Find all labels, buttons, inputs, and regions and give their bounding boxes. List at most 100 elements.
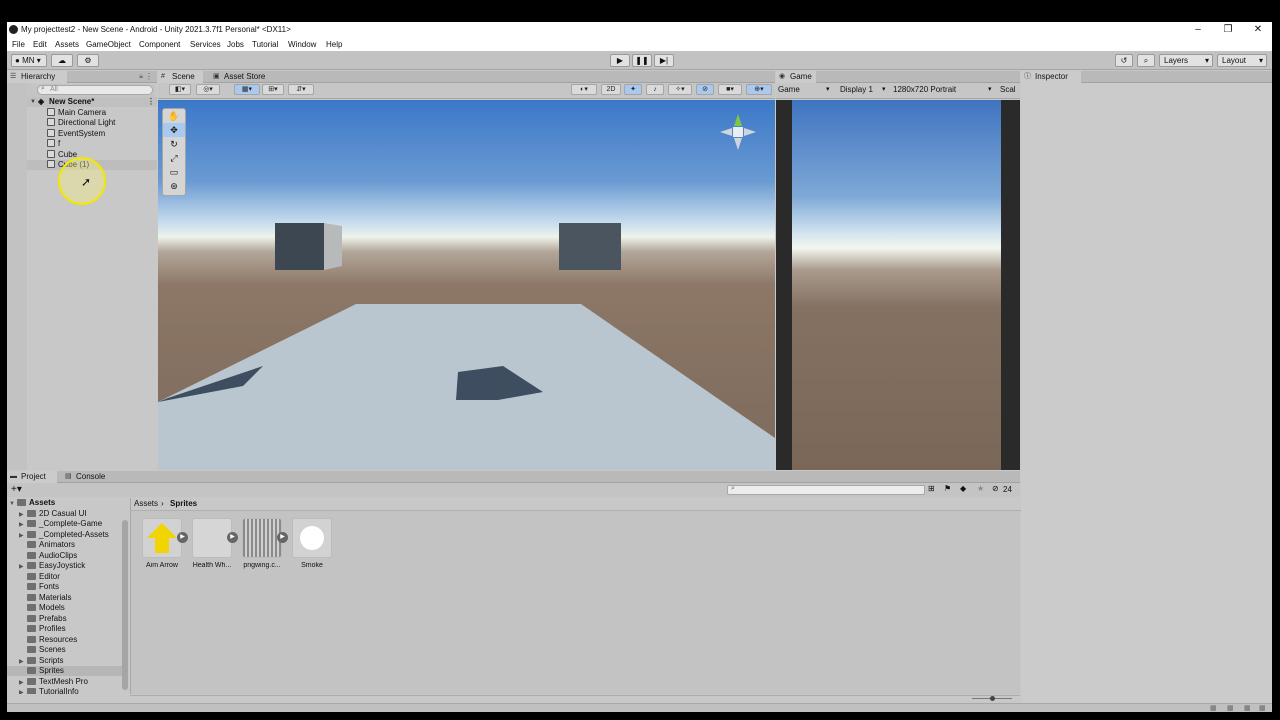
render-mode-button[interactable]: ◎▾ [196, 84, 220, 95]
folder-tutorialinfo[interactable]: ▶ TutorialInfo [7, 687, 127, 694]
play-button[interactable]: ▶ [610, 54, 630, 67]
lighting-status-icon[interactable]: ▦ [1210, 704, 1217, 712]
hand-tool-icon[interactable]: ✋ [163, 109, 185, 123]
tab-project[interactable]: ▬ Project [7, 471, 57, 483]
history-button[interactable]: ↺ [1115, 54, 1133, 67]
folder-completed-assets[interactable]: ▶ _Completed-Assets [7, 530, 127, 540]
minimize-icon[interactable]: – [1185, 23, 1211, 37]
layout-dropdown[interactable]: Layout ▾ [1217, 54, 1267, 67]
resolution-dropdown[interactable]: 1280x720 Portrait [893, 85, 956, 94]
menu-assets[interactable]: Assets [55, 40, 79, 49]
tab-game[interactable]: ◉ Game [776, 71, 816, 83]
collab-button[interactable]: ⚙ [77, 54, 99, 67]
tab-asset-store[interactable]: ▣ Asset Store [210, 71, 280, 83]
rect-tool-icon[interactable]: ▭ [163, 165, 185, 179]
hidden-objects-toggle[interactable]: ⊘ [696, 84, 714, 95]
asset-aim-arrow[interactable] [142, 518, 182, 558]
folder-complete-game[interactable]: ▶ _Complete-Game [7, 519, 127, 529]
folder-profiles[interactable]: Profiles [7, 624, 127, 634]
folder-resources[interactable]: Resources [7, 635, 127, 645]
asset-pngwing[interactable] [242, 518, 282, 558]
menu-services[interactable]: Services [190, 40, 221, 49]
favorite-icon[interactable]: ★ [977, 484, 984, 493]
menu-gameobject[interactable]: GameObject [86, 40, 131, 49]
gizmos-button[interactable]: ⊕▾ [746, 84, 772, 95]
scene-gizmo-icon[interactable] [716, 110, 760, 154]
folder-scenes[interactable]: Scenes [7, 645, 127, 655]
menu-tutorial[interactable]: Tutorial [252, 40, 278, 49]
project-search-input[interactable]: ⌕ [727, 485, 925, 495]
tab-hierarchy[interactable]: ☰ Hierarchy [7, 71, 67, 83]
game-render[interactable] [792, 100, 1001, 470]
folder-fonts[interactable]: Fonts [7, 582, 127, 592]
menu-jobs[interactable]: Jobs [227, 40, 244, 49]
restore-icon[interactable]: ❐ [1215, 23, 1241, 37]
menu-window[interactable]: Window [288, 40, 316, 49]
display-dropdown[interactable]: Display 1 [840, 85, 873, 94]
hierarchy-item[interactable]: f [47, 139, 60, 149]
folder-audioclips[interactable]: AudioClips [7, 551, 127, 561]
folder-animators[interactable]: Animators [7, 540, 127, 550]
folder-assets[interactable]: ▼ Assets [9, 498, 55, 508]
account-button[interactable]: ● MN ▾ [11, 54, 47, 67]
slider-thumb[interactable] [990, 696, 995, 701]
cache-status-icon[interactable]: ▦ [1227, 704, 1234, 712]
folder-editor[interactable]: Editor [7, 572, 127, 582]
toggle-2d-button[interactable]: 2D [601, 84, 621, 95]
menu-file[interactable]: File [12, 40, 25, 49]
collab-status-icon[interactable]: ▦ [1244, 704, 1251, 712]
move-tool-icon[interactable]: ✥ [163, 123, 185, 137]
step-button[interactable]: ▶| [654, 54, 674, 67]
effects-toggle[interactable]: ✧▾ [668, 84, 692, 95]
tag-icon[interactable]: ◆ [960, 484, 966, 493]
folder-sprites[interactable]: Sprites [7, 666, 127, 676]
game-mode-label[interactable]: Game [778, 85, 800, 94]
hierarchy-item[interactable]: EventSystem [47, 129, 105, 139]
menu-component[interactable]: Component [139, 40, 180, 49]
camera-button[interactable]: ■▾ [718, 84, 742, 95]
close-icon[interactable]: ✕ [1245, 23, 1271, 37]
create-plus-icon[interactable]: +▾ [11, 483, 22, 497]
lighting-toggle[interactable]: ✦ [624, 84, 642, 95]
shading-button[interactable]: ◐▾ [571, 84, 597, 95]
search-by-label-icon[interactable]: ⚑ [944, 484, 951, 493]
expand-sprite-icon[interactable]: ▶ [177, 532, 188, 543]
folder-models[interactable]: Models [7, 603, 127, 613]
search-button[interactable]: ⌕ [1137, 54, 1155, 67]
audio-toggle[interactable]: ♪ [646, 84, 664, 95]
cloud-button[interactable]: ☁ [51, 54, 73, 67]
folder-prefabs[interactable]: Prefabs [7, 614, 127, 624]
scale-label[interactable]: Scal [1000, 85, 1016, 94]
rotate-tool-icon[interactable]: ↻ [163, 137, 185, 151]
expand-sprite-icon[interactable]: ▶ [277, 532, 288, 543]
folder-2d-casual-ui[interactable]: ▶ 2D Casual UI [7, 509, 127, 519]
hidden-packages-icon[interactable]: ⊘ [992, 484, 999, 493]
hierarchy-item[interactable]: Main Camera [47, 108, 106, 118]
lock-icon[interactable]: 🔒︎ [139, 73, 143, 81]
pause-button[interactable]: ❚❚ [632, 54, 652, 67]
folder-scripts[interactable]: ▶ Scripts [7, 656, 127, 666]
search-by-type-icon[interactable]: ⊞ [928, 484, 935, 493]
hierarchy-search-input[interactable]: ⌕ All [37, 85, 153, 95]
menu-edit[interactable]: Edit [33, 40, 47, 49]
breadcrumb-assets[interactable]: Assets [134, 499, 158, 508]
pivot-button[interactable]: ⇵▾ [288, 84, 314, 95]
draw-mode-button[interactable]: ◧▾ [169, 84, 191, 95]
breadcrumb-sprites[interactable]: Sprites [170, 499, 197, 508]
transform-tool-icon[interactable]: ⊛ [163, 179, 185, 193]
tab-inspector[interactable]: ⓘ Inspector [1021, 71, 1081, 83]
tab-console[interactable]: ▤ Console [62, 471, 112, 483]
expand-sprite-icon[interactable]: ▶ [227, 532, 238, 543]
hierarchy-item[interactable]: Directional Light [47, 118, 115, 128]
asset-health-wheel[interactable] [192, 518, 232, 558]
scene-viewport[interactable]: ✋ ✥ ↻ ⤢ ▭ ⊛ [158, 100, 775, 470]
more-options-icon[interactable]: ⋮ [145, 72, 153, 81]
more-options-icon[interactable]: ⋮ [147, 97, 155, 107]
tab-scene[interactable]: # Scene [158, 71, 203, 83]
asset-smoke[interactable] [292, 518, 332, 558]
scene-root-row[interactable]: ▼ ◈ New Scene* ⋮ [7, 97, 157, 107]
folder-tree-scrollbar[interactable] [122, 520, 128, 690]
layers-dropdown[interactable]: Layers ▾ [1159, 54, 1213, 67]
progress-status-icon[interactable]: ▦ [1259, 704, 1266, 712]
folder-easyjoystick[interactable]: ▶ EasyJoystick [7, 561, 127, 571]
